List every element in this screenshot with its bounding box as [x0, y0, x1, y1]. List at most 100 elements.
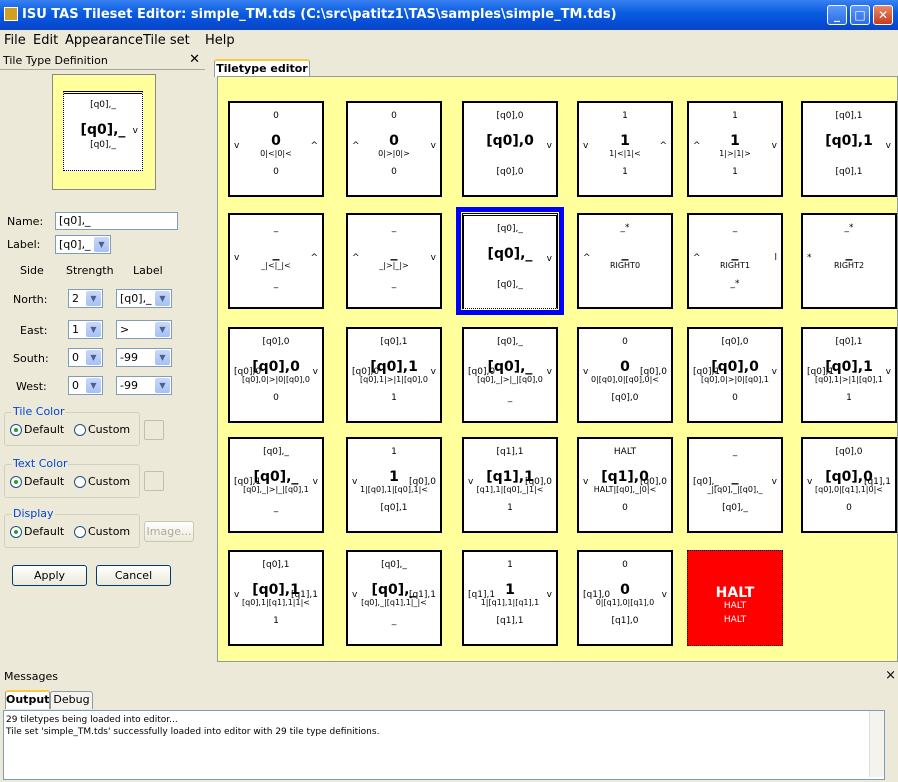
south-label-select[interactable]: -99 ▼: [116, 348, 172, 367]
tab-debug[interactable]: Debug: [50, 691, 93, 709]
tile-south-label: 1: [273, 616, 279, 626]
display-custom-radio[interactable]: [74, 526, 86, 538]
tile[interactable]: [q0],0 [q0],0 [q0],0 v: [462, 101, 558, 197]
text-color-swatch[interactable]: [144, 471, 164, 491]
chevron-down-icon[interactable]: ▼: [86, 350, 101, 365]
west-label-select[interactable]: -99 ▼: [116, 376, 172, 395]
tile-east-label: [q0],0: [639, 367, 667, 377]
tile[interactable]: _ _ _|[q0],_|[q0],_ [q0],_ v [q0],_: [687, 437, 783, 533]
label-select[interactable]: [q0],_ ▼: [55, 235, 111, 254]
tile-color-default-radio[interactable]: [10, 424, 22, 436]
menu-appearance[interactable]: Appearance: [65, 33, 143, 48]
image-button[interactable]: Image...: [144, 521, 194, 542]
menu-tile-set[interactable]: Tile set: [143, 33, 190, 48]
tile[interactable]: [q0],1 [q0],1 [q0],1|>|1|[q0],1 1 v [q0],1: [801, 327, 897, 423]
tile-west-label: v: [234, 590, 240, 600]
north-label-select[interactable]: [q0],_ ▼: [116, 289, 172, 308]
display-default-radio[interactable]: [10, 526, 22, 538]
chevron-down-icon[interactable]: ▼: [86, 322, 101, 337]
panel-close-icon[interactable]: ✕: [189, 52, 200, 67]
tile[interactable]: [q0],0 [q0],0 [q0],0|[q1],1|0|< 0 [q1],1 v: [801, 437, 897, 533]
menu-edit[interactable]: Edit: [33, 33, 58, 48]
text-color-default-radio[interactable]: [10, 476, 22, 488]
tile[interactable]: [q0],_ [q0],_ [q0],_|[q1],1|_|< _ [q1],1 v: [346, 550, 442, 646]
tile[interactable]: 0 0 0|[q0],0|[q0],0|< [q0],0 [q0],0 v: [577, 327, 673, 423]
north-strength-value: 2: [72, 292, 79, 305]
tile-north-label: [q0],_: [497, 224, 523, 234]
chevron-down-icon[interactable]: ▼: [155, 322, 170, 337]
north-strength-select[interactable]: 2 ▼: [68, 289, 103, 308]
tile[interactable]: _ _ RIGHT1 _* l ^: [687, 213, 783, 309]
tile[interactable]: 0 0 0|<|0|< 0 ^ v: [228, 101, 324, 197]
label-select-value: [q0],_: [59, 238, 91, 251]
tile[interactable]: [q0],1 [q0],1 [q0],1|[q1],1|1|< 1 [q1],1 v: [228, 550, 324, 646]
tile-east-label: v: [885, 367, 891, 377]
east-strength-select[interactable]: 1 ▼: [68, 320, 103, 339]
tile-north-label: _: [391, 223, 397, 233]
cancel-button[interactable]: Cancel: [96, 565, 171, 586]
tile-north-label: 1: [732, 111, 738, 121]
tile-center-label: 1: [730, 133, 740, 149]
chevron-down-icon[interactable]: ▼: [155, 291, 170, 306]
tile-color-custom-radio[interactable]: [74, 424, 86, 436]
tab-output[interactable]: Output: [5, 690, 50, 709]
west-strength-select[interactable]: 0 ▼: [68, 376, 103, 395]
tile[interactable]: HALT [q1],0 HALT|[q0],_|0|< 0 [q0],0 v: [577, 437, 673, 533]
tile[interactable]: _ _ _|<|_|< _ ^ v: [228, 213, 324, 309]
tile-center-label: [q0],0: [486, 133, 534, 149]
tile[interactable]: [q0],1 [q0],1 [q0],1 v: [801, 101, 897, 197]
south-strength-select[interactable]: 0 ▼: [68, 348, 103, 367]
apply-button[interactable]: Apply: [12, 565, 87, 586]
tile[interactable]: _ _ _|>|_|> _ v ^: [346, 213, 442, 309]
close-button[interactable]: ✕: [873, 5, 893, 25]
tile-north-label: [q0],0: [835, 447, 863, 457]
tile[interactable]: 1 1 1|[q0],1|[q0],1|< [q0],1 [q0],0 v: [346, 437, 442, 533]
tile[interactable]: [q0],_ [q0],_ [q0],_|>|_|[q0],0 _ v [q0],0: [462, 327, 558, 423]
tile[interactable]: [q0],0 [q0],0 [q0],0|>|0|[q0],1 0 v [q0],1: [687, 327, 783, 423]
tile-west-label: ^: [693, 141, 701, 151]
tile-north-label: [q0],_: [263, 447, 289, 457]
tile-color-default-label: Default: [24, 423, 65, 436]
chevron-down-icon[interactable]: ▼: [94, 237, 109, 252]
tile[interactable]: _* _ RIGHT2 *: [801, 213, 897, 309]
name-field[interactable]: [q0],_: [55, 212, 178, 230]
tile-west-label: [q0],1: [807, 367, 835, 377]
tile[interactable]: HALT HALT HALT: [687, 550, 783, 646]
menu-file[interactable]: File: [4, 33, 26, 48]
minimize-button[interactable]: _: [827, 5, 847, 25]
chevron-down-icon[interactable]: ▼: [86, 378, 101, 393]
chevron-down-icon[interactable]: ▼: [86, 291, 101, 306]
tile-south-label: [q1],1: [496, 616, 524, 626]
maximize-button[interactable]: □: [850, 5, 870, 25]
tile[interactable]: 0 0 0|>|0|> 0 v ^: [346, 101, 442, 197]
east-strength-value: 1: [72, 323, 79, 336]
chevron-down-icon[interactable]: ▼: [155, 378, 170, 393]
tile[interactable]: _* _ RIGHT0 ^: [577, 213, 673, 309]
tile-west-label: [q0],0: [352, 367, 380, 377]
tile-north-label: HALT: [613, 447, 637, 457]
tile[interactable]: [q0],_ [q0],_ [q0],_ v: [456, 207, 564, 315]
tile-south-label: [q0],1: [380, 503, 408, 513]
tile[interactable]: 0 0 0|[q1],0|[q1],0 [q1],0 v [q1],0: [577, 550, 673, 646]
tab-tiletype-editor[interactable]: Tiletype editor: [214, 59, 310, 77]
tile[interactable]: [q0],0 [q0],0 [q0],0|>|0|[q0],0 0 v [q0],0: [228, 327, 324, 423]
tile-north-label: _*: [844, 223, 854, 233]
messages-close-icon[interactable]: ×: [885, 668, 896, 683]
tile[interactable]: 1 1 1|[q1],1|[q1],1 [q1],1 v [q1],1: [462, 550, 558, 646]
name-label: Name:: [7, 215, 44, 228]
messages-scrollbar[interactable]: [869, 711, 884, 777]
tile[interactable]: [q1],1 [q1],1 [q1],1|[q0],_|1|< 1 [q0],0 v: [462, 437, 558, 533]
east-label-select[interactable]: > ▼: [116, 320, 172, 339]
chevron-down-icon[interactable]: ▼: [155, 350, 170, 365]
tile-color-swatch[interactable]: [144, 420, 164, 440]
tile[interactable]: [q0],1 [q0],1 [q0],1|>|1|[q0],0 1 v [q0],0: [346, 327, 442, 423]
tile[interactable]: 1 1 1|>|1|> 1 v ^: [687, 101, 783, 197]
text-color-custom-radio[interactable]: [74, 476, 86, 488]
tile[interactable]: 1 1 1|<|1|< 1 ^ v: [577, 101, 673, 197]
menu-help[interactable]: Help: [205, 33, 235, 48]
tile-north-label: _: [273, 223, 279, 233]
tile-east-label: l: [774, 253, 777, 263]
tile[interactable]: [q0],_ [q0],_ [q0],_|>|_|[q0],1 _ v [q0],1: [228, 437, 324, 533]
tile-west-label: ^: [352, 141, 360, 151]
tile-south-label: 1: [732, 167, 738, 177]
